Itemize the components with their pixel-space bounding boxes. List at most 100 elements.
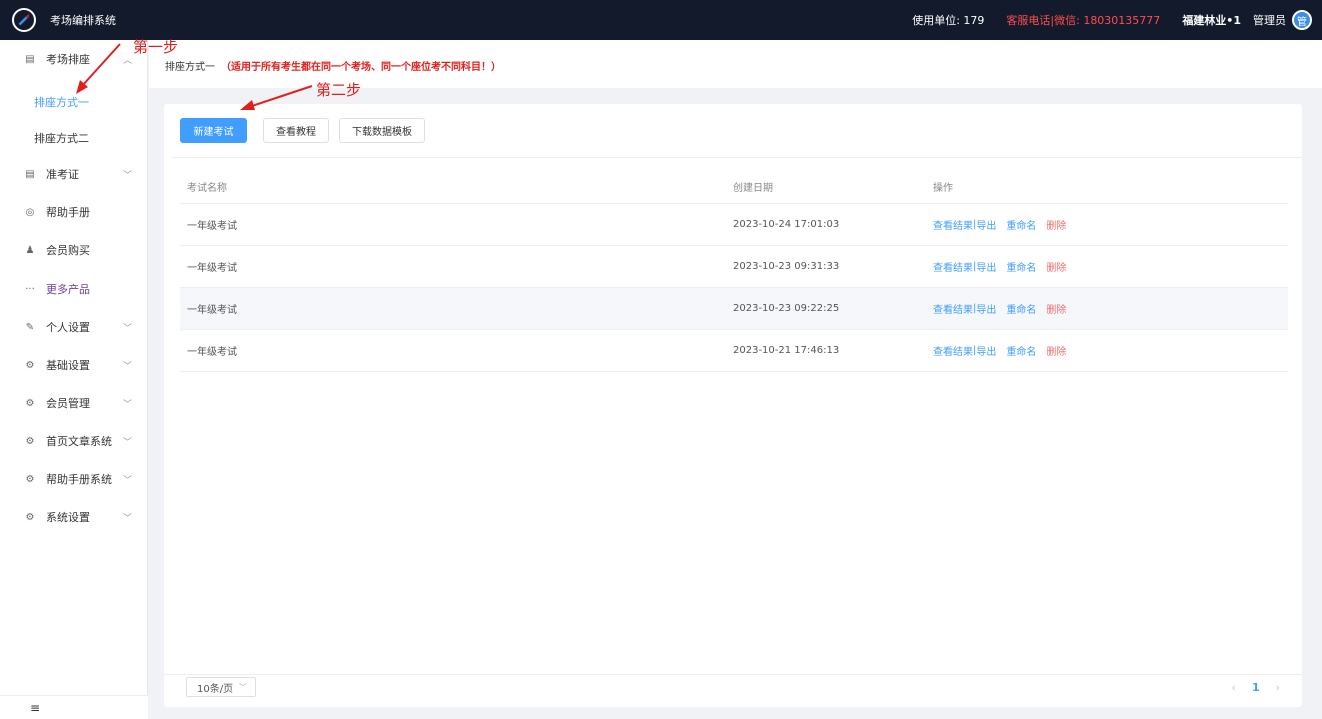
sidebar-item-label: 考场排座 [46,53,90,66]
sidebar-item-help-manual-system[interactable]: ⚙ 帮助手册系统 ﹀ [0,460,148,498]
sidebar-item-personal-settings[interactable]: ✎ 个人设置 ﹀ [0,308,148,346]
rename-link[interactable]: 重命名 [1006,217,1036,232]
page-number[interactable]: 1 [1252,681,1260,694]
delete-link[interactable]: 删除 [1046,259,1066,274]
prev-page-button[interactable]: ‹ [1232,681,1236,694]
pagination: ‹ 1 › [1232,677,1280,697]
chevron-down-icon: ﹀ [122,437,132,448]
rename-link[interactable]: 重命名 [1006,343,1036,358]
exam-list-card: 新建考试 查看教程 下载数据模板 考试名称 创建日期 操作 一年级考试 2023… [164,104,1302,707]
user-name[interactable]: 管理员 [1253,12,1286,28]
sidebar-item-admission-ticket[interactable]: ▤ 准考证 ﹀ [0,155,148,193]
sidebar-subitem-method-two[interactable]: 排座方式二 [0,120,148,156]
view-result-link[interactable]: 查看结果 [933,217,973,232]
page-size-select[interactable]: 10条/页 ﹀ [186,677,256,697]
view-tutorial-button[interactable]: 查看教程 [263,118,329,143]
rename-link[interactable]: 重命名 [1006,301,1036,316]
view-result-link[interactable]: 查看结果 [933,343,973,358]
export-link[interactable]: 导出 [976,301,996,316]
new-exam-button[interactable]: 新建考试 [180,118,247,143]
exam-name: 一年级考试 [187,263,237,274]
exam-name: 一年级考试 [187,221,237,232]
step-two-annotation: 第二步 [316,81,362,99]
exam-name: 一年级考试 [187,347,237,358]
edit-icon: ✎ [25,321,35,333]
exam-created-date: 2023-10-24 17:01:03 [733,219,840,230]
sidebar-item-label: 个人设置 [46,321,90,334]
sidebar-item-label: 会员管理 [46,397,90,410]
chevron-down-icon: ﹀ [122,399,132,410]
app-title: 考场编排系统 [50,14,116,27]
download-template-button[interactable]: 下载数据模板 [339,118,425,143]
column-header-date: 创建日期 [733,183,773,194]
divider [172,157,1302,158]
help-circle-icon: ◎ [25,206,35,218]
table-header-row: 考试名称 创建日期 操作 [180,170,1288,204]
sidebar-item-basic-settings[interactable]: ⚙ 基础设置 ﹀ [0,346,148,384]
view-result-link[interactable]: 查看结果 [933,301,973,316]
sidebar-item-member-purchase[interactable]: ♟ 会员购买 [0,231,148,269]
chevron-up-icon: ︿ [122,55,132,66]
row-actions: 查看结果 | 导出 重命名 删除 [933,204,1066,245]
sidebar-item-member-management[interactable]: ⚙ 会员管理 ﹀ [0,384,148,422]
export-link[interactable]: 导出 [976,259,996,274]
row-actions: 查看结果 | 导出 重命名 删除 [933,288,1066,329]
sidebar-item-home-article-system[interactable]: ⚙ 首页文章系统 ﹀ [0,422,148,460]
chevron-down-icon: ﹀ [122,323,132,334]
column-header-actions: 操作 [933,183,953,194]
exam-table: 考试名称 创建日期 操作 一年级考试 2023-10-24 17:01:03 查… [180,170,1288,372]
service-contact: 客服电话|微信: 18030135777 [1006,14,1161,27]
sidebar-item-label: 帮助手册系统 [46,473,112,486]
delete-link[interactable]: 删除 [1046,343,1066,358]
export-link[interactable]: 导出 [976,343,996,358]
collapse-sidebar-button[interactable]: ≡ [0,695,148,719]
gear-icon: ⚙ [25,473,35,485]
page-title: 排座方式一 [165,62,215,73]
table-row: 一年级考试 2023-10-23 09:31:33 查看结果 | 导出 重命名 删除 [180,246,1288,288]
chevron-down-icon: ﹀ [122,361,132,372]
divider [164,674,1302,675]
sidebar: ▤ 考场排座 ︿ 排座方式一 排座方式二 ▤ 准考证 ﹀ ◎ 帮助手册 ♟ 会员… [0,40,148,719]
exam-created-date: 2023-10-23 09:31:33 [733,261,840,272]
sidebar-subitem-method-one[interactable]: 排座方式一 [0,84,148,120]
column-header-name: 考试名称 [187,183,227,194]
view-result-link[interactable]: 查看结果 [933,259,973,274]
sidebar-item-label: 会员购买 [46,244,90,257]
next-page-button[interactable]: › [1276,681,1280,694]
organization-name: 福建林业•1 [1182,14,1241,27]
chevron-down-icon: ﹀ [239,682,247,692]
sidebar-item-more-products[interactable]: ··· 更多产品 [0,270,148,308]
gear-icon: ⚙ [25,435,35,447]
sidebar-item-exam-seating[interactable]: ▤ 考场排座 ︿ [0,40,148,78]
gear-icon: ⚙ [25,397,35,409]
avatar[interactable]: 管 [1292,10,1312,30]
step-one-annotation: 第一步 [133,38,179,56]
row-actions: 查看结果 | 导出 重命名 删除 [933,330,1066,371]
sidebar-item-system-settings[interactable]: ⚙ 系统设置 ﹀ [0,498,148,536]
user-icon: ♟ [25,244,35,256]
sidebar-item-label: 准考证 [46,168,79,181]
chevron-down-icon: ﹀ [122,513,132,524]
rename-link[interactable]: 重命名 [1006,259,1036,274]
app-logo-icon [12,8,36,32]
sidebar-item-label: 更多产品 [46,283,90,296]
menu-icon: ≡ [30,700,41,715]
more-dots-icon: ··· [25,283,35,295]
page-note: （适用于所有考生都在同一个考场、同一个座位考不同科目！） [221,62,501,73]
exam-name: 一年级考试 [187,305,237,316]
toolbar: 新建考试 查看教程 下载数据模板 [180,118,425,143]
sidebar-item-label: 帮助手册 [46,206,90,219]
table-row: 一年级考试 2023-10-21 17:46:13 查看结果 | 导出 重命名 删除 [180,330,1288,372]
delete-link[interactable]: 删除 [1046,301,1066,316]
table-row: 一年级考试 2023-10-23 09:22:25 查看结果 | 导出 重命名 删除 [180,288,1288,330]
chevron-down-icon: ﹀ [122,475,132,486]
delete-link[interactable]: 删除 [1046,217,1066,232]
chevron-down-icon: ﹀ [122,170,132,181]
sidebar-item-label: 基础设置 [46,359,90,372]
document-icon: ▤ [25,53,35,65]
sidebar-item-help-manual[interactable]: ◎ 帮助手册 [0,193,148,231]
sidebar-item-label: 系统设置 [46,511,90,524]
row-actions: 查看结果 | 导出 重命名 删除 [933,246,1066,287]
export-link[interactable]: 导出 [976,217,996,232]
exam-created-date: 2023-10-23 09:22:25 [733,303,840,314]
